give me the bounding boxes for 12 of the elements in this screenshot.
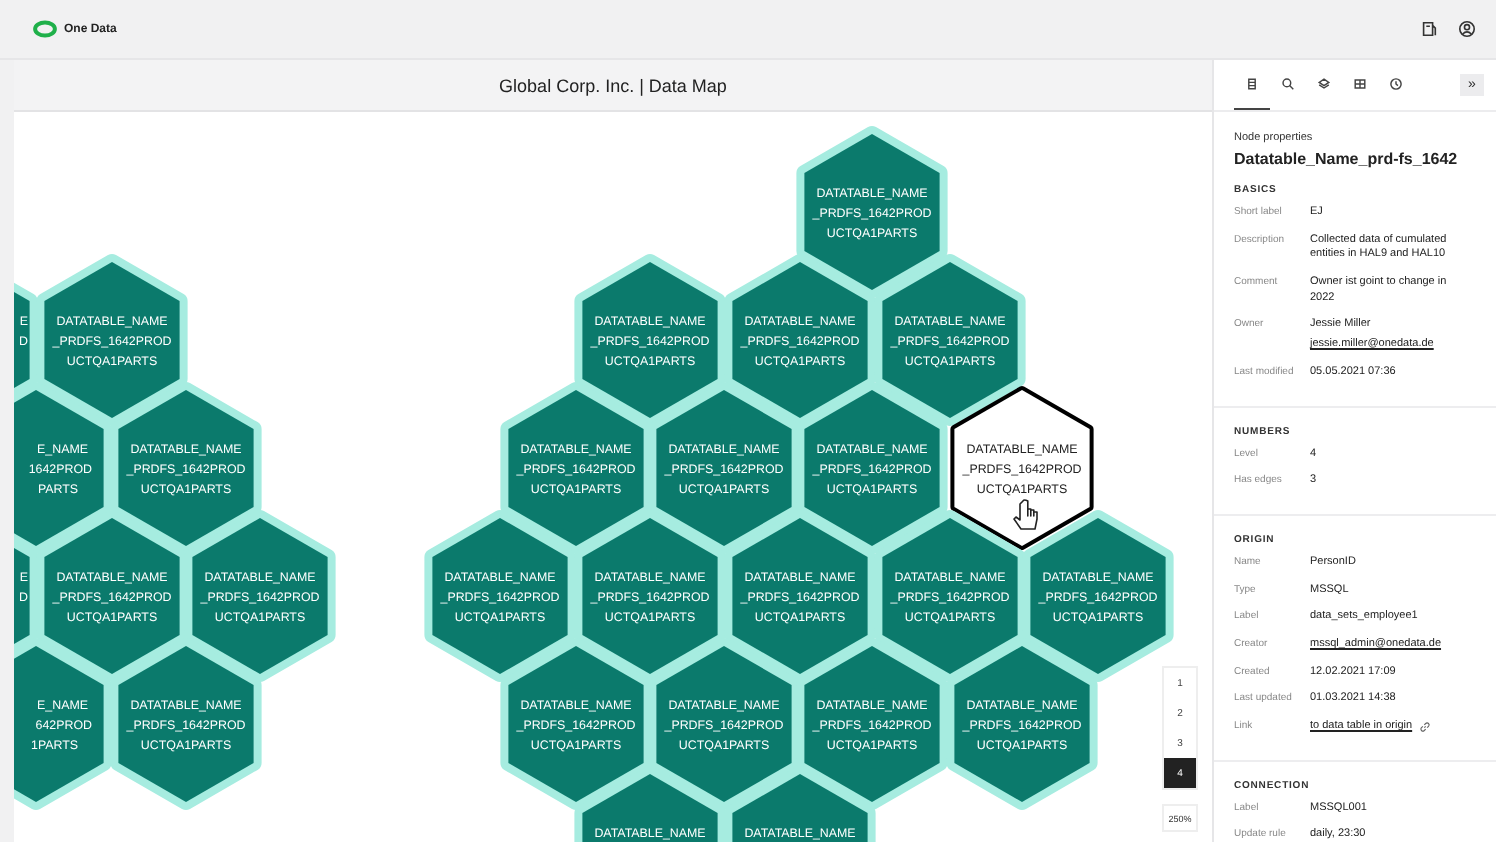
table-icon: [1352, 76, 1368, 92]
search-icon: [1280, 76, 1296, 92]
logo-icon: [32, 20, 58, 38]
link-icon[interactable]: [1418, 720, 1433, 735]
layers-icon: [1316, 76, 1332, 92]
book-icon[interactable]: [1420, 20, 1438, 38]
map-title: Global Corp. Inc. | Data Map: [499, 75, 727, 95]
node-name: Datatable_Name_prd-fs_1642: [1234, 150, 1460, 168]
database-icon: [1244, 76, 1260, 92]
clock-icon: [1388, 76, 1404, 92]
user-icon[interactable]: [1458, 20, 1476, 38]
pointer-cursor-icon: [1013, 499, 1038, 530]
